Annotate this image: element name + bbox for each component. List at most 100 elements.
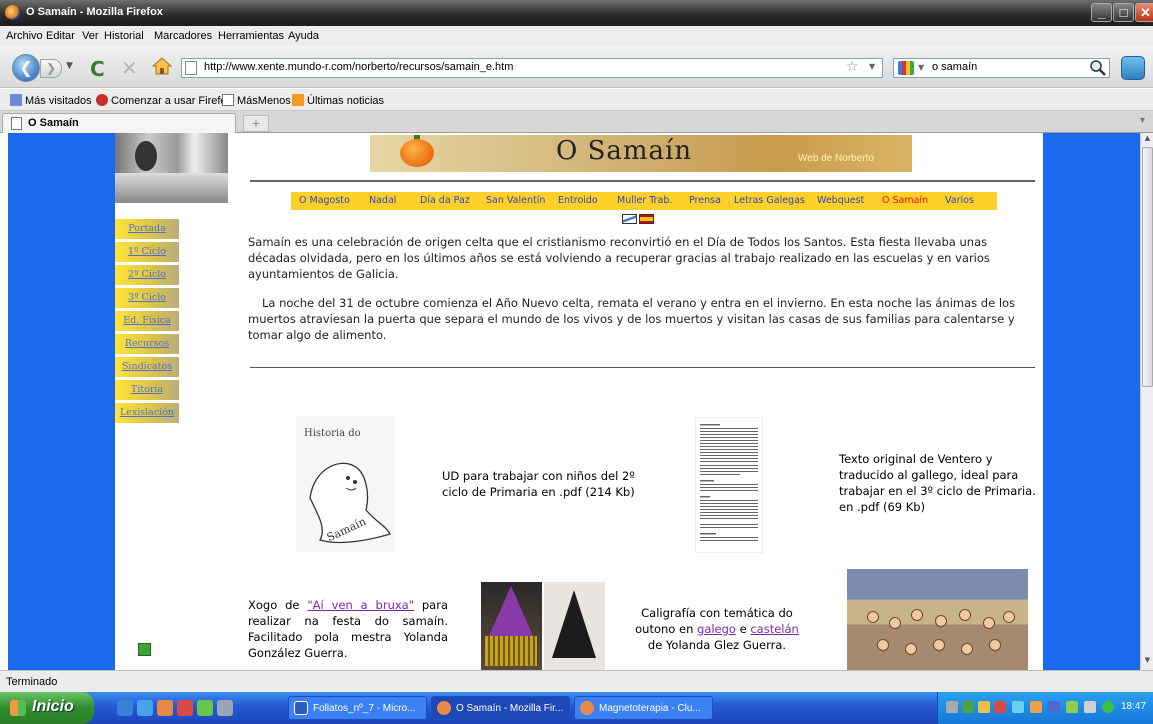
bookmark-comenzar-firefox[interactable]: Comenzar a usar Firefox [96, 94, 232, 107]
spanish-flag-icon[interactable] [639, 214, 654, 224]
menu-marcadores[interactable]: Marcadores [154, 30, 212, 42]
scrollbar-thumb[interactable] [1142, 147, 1153, 387]
castelan-link[interactable]: castelán [750, 622, 798, 636]
stop-icon[interactable]: ✕ [121, 56, 138, 80]
home-icon[interactable] [152, 57, 172, 75]
bookmark-star-icon[interactable]: ☆ [846, 59, 859, 75]
search-icon[interactable] [1089, 59, 1107, 77]
history-dropdown-icon[interactable]: ▼ [66, 61, 73, 71]
nav-san-valentin[interactable]: San Valentín [486, 195, 545, 206]
url-dropdown-icon[interactable]: ▼ [869, 62, 875, 71]
galician-flag-icon[interactable] [622, 214, 637, 224]
tray-icon[interactable] [962, 701, 974, 713]
task-firefox[interactable]: O Samaín - Mozilla Fir... [431, 696, 570, 720]
media-icon[interactable] [177, 700, 193, 716]
side-menu-item[interactable]: 1º Ciclo [115, 242, 179, 262]
side-menu-item[interactable]: Recursos [115, 334, 179, 354]
nav-varios[interactable]: Varios [945, 195, 974, 206]
nav-muller-trab[interactable]: Muller Trab. [617, 195, 672, 206]
child-figure [889, 617, 901, 629]
desktop-icon[interactable] [137, 700, 153, 716]
new-tab-button[interactable]: + [243, 115, 269, 132]
task-word[interactable]: Follatos_nº_7 - Micro... [288, 696, 427, 720]
search-engine-dropdown-icon[interactable]: ▼ [918, 63, 924, 72]
nav-o-magosto[interactable]: O Magosto [299, 195, 350, 206]
back-button[interactable]: ❮ [12, 54, 40, 82]
minimize-button[interactable]: _ [1091, 3, 1112, 22]
menu-ayuda[interactable]: Ayuda [288, 30, 319, 42]
nav-nadal[interactable]: Nadal [369, 195, 396, 206]
addon-icon[interactable] [1121, 56, 1145, 80]
search-bar[interactable]: ▼ [893, 58, 1110, 78]
app-icon[interactable] [217, 700, 233, 716]
tray-icon[interactable] [1102, 701, 1114, 713]
menu-historial[interactable]: Historial [104, 30, 144, 42]
tray-icon[interactable] [1048, 701, 1060, 713]
text-document-caption: Texto original de Ventero y traducido al… [839, 452, 1036, 514]
url-input[interactable] [204, 61, 804, 73]
side-menu-item[interactable]: Titoría [115, 380, 179, 400]
search-input[interactable] [932, 61, 1062, 73]
menu-editar[interactable]: Editar [46, 30, 75, 42]
tray-icon[interactable] [978, 701, 990, 713]
app-icon[interactable] [197, 700, 213, 716]
tray-icon[interactable] [946, 701, 958, 713]
side-menu-item[interactable]: Portada [115, 219, 179, 239]
class-photo[interactable] [847, 569, 1028, 670]
tray-icon[interactable] [1066, 701, 1078, 713]
main-content: O Samaín Web de Norberto O Magosto Nadal… [228, 133, 1043, 670]
document-preview [700, 424, 758, 541]
tray-icon[interactable] [1084, 701, 1096, 713]
search-engine-icon[interactable] [898, 61, 914, 75]
bookmark-mas-visitados[interactable]: Más visitados [10, 94, 92, 107]
navigation-toolbar: ❮ ❯ ▼ C ✕ ☆ ▼ ▼ [0, 46, 1153, 88]
side-menu-item[interactable]: 2º Ciclo [115, 265, 179, 285]
side-menu-item[interactable]: Ed. Física [115, 311, 179, 331]
tab-list-icon[interactable]: ▾ [1140, 115, 1145, 126]
bookmark-masmenos[interactable]: MásMenos [222, 94, 291, 107]
historia-do-samain-thumbnail[interactable]: Historia do Samaín [296, 416, 395, 552]
tray-icon[interactable] [1012, 701, 1024, 713]
close-button[interactable]: ✕ [1135, 3, 1153, 22]
counter-icon[interactable] [138, 643, 151, 656]
nav-dia-da-paz[interactable]: Día da Paz [420, 195, 470, 206]
forward-button[interactable]: ❯ [40, 59, 62, 78]
firefox-icon [437, 701, 451, 715]
second-paragraph: La noche del 31 de octubre comienza el A… [248, 296, 1016, 342]
side-menu-item[interactable]: 3º Ciclo [115, 288, 179, 308]
tab-o-samain[interactable]: O Samaín [2, 113, 236, 133]
nav-webquest[interactable]: Webquest [817, 195, 864, 206]
black-hat-photo[interactable] [544, 582, 605, 670]
menu-archivo[interactable]: Archivo [6, 30, 43, 42]
tray-icon[interactable] [1030, 701, 1042, 713]
firefox-quicklaunch-icon[interactable] [157, 700, 173, 716]
text-document-thumbnail[interactable] [695, 417, 763, 553]
witch-hat-photo[interactable] [481, 582, 542, 670]
scroll-down-icon[interactable]: ▼ [1142, 656, 1153, 668]
task-magnetoterapia[interactable]: Magnetoterapia - Clu... [574, 696, 713, 720]
child-figure [933, 639, 945, 651]
menu-ver[interactable]: Ver [82, 30, 99, 42]
side-menu: Portada 1º Ciclo 2º Ciclo 3º Ciclo Ed. F… [115, 219, 179, 426]
nav-letras-galegas[interactable]: Letras Galegas [734, 195, 805, 206]
url-bar[interactable]: ☆ ▼ [181, 58, 883, 78]
ai-ven-a-bruxa-link[interactable]: "Aí ven a bruxa" [307, 598, 414, 612]
intro-paragraph: Samaín es una celebración de origen celt… [248, 235, 990, 281]
nav-o-samain[interactable]: O Samaín [882, 195, 928, 206]
bookmark-ultimas-noticias[interactable]: Últimas noticias [292, 94, 384, 107]
maximize-button[interactable]: □ [1113, 3, 1134, 22]
galego-link[interactable]: galego [697, 622, 736, 636]
page-viewport: Portada 1º Ciclo 2º Ciclo 3º Ciclo Ed. F… [8, 133, 1140, 670]
reload-icon[interactable]: C [90, 57, 105, 81]
start-button[interactable]: Inicio [0, 692, 94, 724]
nav-prensa[interactable]: Prensa [689, 195, 721, 206]
tray-icon[interactable] [994, 701, 1006, 713]
menu-herramientas[interactable]: Herramientas [218, 30, 284, 42]
scroll-up-icon[interactable]: ▲ [1142, 134, 1153, 146]
vertical-scrollbar[interactable]: ▲ ▼ [1140, 133, 1153, 670]
photo-child [135, 141, 157, 171]
ie-icon[interactable] [117, 700, 133, 716]
nav-entroido[interactable]: Entroido [558, 195, 598, 206]
side-menu-item[interactable]: Lexislación [115, 403, 179, 423]
side-menu-item[interactable]: Sindicatos [115, 357, 179, 377]
